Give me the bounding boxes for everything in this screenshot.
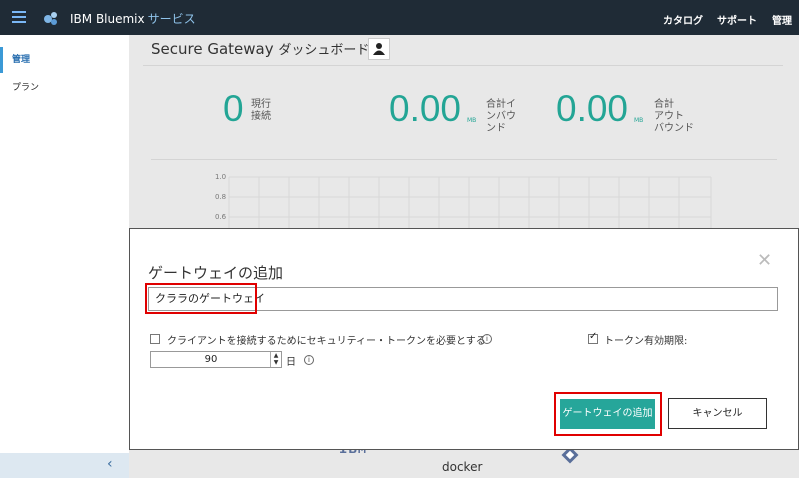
stepper-up-icon[interactable]: ▲ <box>271 352 281 359</box>
highlight-add-button <box>554 392 662 436</box>
sidebar-item-plan[interactable]: プラン <box>0 75 129 101</box>
expiry-stepper[interactable]: ▲ ▼ <box>270 352 281 367</box>
token-expiry-checkbox[interactable] <box>588 331 598 344</box>
metric-connections-value: 0 <box>223 88 244 129</box>
token-expiry-label: トークン有効期限: <box>604 336 688 347</box>
label-line: 接続 <box>251 111 271 122</box>
divider <box>143 65 783 66</box>
brand-service: サービス <box>147 12 196 26</box>
nav-support[interactable]: サポート <box>717 12 757 27</box>
info-icon[interactable]: i <box>482 334 492 344</box>
page-title-en: Secure Gateway <box>151 40 274 58</box>
metric-connections-label: 現行 接続 <box>251 99 271 123</box>
require-token-label: クライアントを接続するためにセキュリティー・トークンを必要とする <box>167 336 486 347</box>
metric-outbound-unit: MB <box>634 117 644 124</box>
require-token-checkbox[interactable] <box>150 334 160 344</box>
label-line: バウンド <box>654 123 694 134</box>
expiry-unit-label: 日 <box>286 357 296 368</box>
hamburger-menu-icon[interactable] <box>12 11 26 23</box>
metric-inbound-label: 合計イ ンバウ ンド <box>486 99 516 135</box>
top-bar: IBM Bluemix サービス カタログ サポート 管理 <box>0 0 799 35</box>
label-line: 現行 <box>251 99 271 110</box>
metric-outbound-label: 合計 アウト バウンド <box>654 99 694 135</box>
docker-logo: docker <box>442 460 483 474</box>
metric-inbound-unit: MB <box>467 117 477 124</box>
info-icon[interactable]: i <box>304 355 314 365</box>
page-title: Secure Gateway ダッシュボード <box>151 39 369 58</box>
brand-name: IBM Bluemix <box>70 12 145 26</box>
sidebar: 管理 プラン ‹ <box>0 35 129 478</box>
add-gateway-dialog: ゲートウェイの追加 ✕ クララのゲートウェイ クライアントを接続するためにセキュ… <box>129 228 799 450</box>
close-icon[interactable]: ✕ <box>757 250 772 271</box>
metric-outbound-value: 0.00 <box>556 88 629 129</box>
nav-manage[interactable]: 管理 <box>772 12 792 27</box>
chevron-left-icon[interactable]: ‹ <box>107 456 113 472</box>
label-line: アウト <box>654 111 684 122</box>
y-tick: 0.6 <box>215 213 227 221</box>
y-tick: 0.8 <box>215 193 227 201</box>
label-line: 合計イ <box>486 99 516 110</box>
brand-title[interactable]: IBM Bluemix サービス <box>70 10 196 27</box>
user-icon <box>373 43 385 55</box>
page-title-jp: ダッシュボード <box>278 43 370 58</box>
sidebar-collapse-bar[interactable]: ‹ <box>0 453 129 478</box>
label-line: ンバウ <box>486 111 516 122</box>
expiry-days-input[interactable]: 90 <box>150 351 282 368</box>
nav-catalog[interactable]: カタログ <box>663 12 703 27</box>
divider <box>151 159 777 160</box>
sidebar-item-manage[interactable]: 管理 <box>0 47 129 73</box>
bluemix-logo-icon <box>44 12 57 25</box>
metric-inbound-value: 0.00 <box>389 88 462 129</box>
user-button[interactable] <box>368 38 390 60</box>
label-line: 合計 <box>654 99 674 110</box>
cancel-button[interactable]: キャンセル <box>668 398 767 429</box>
label-line: ンド <box>486 123 506 134</box>
highlight-name-input <box>145 283 257 314</box>
stepper-down-icon[interactable]: ▼ <box>271 359 281 366</box>
traffic-chart-grid <box>228 176 712 233</box>
y-tick: 1.0 <box>215 173 227 181</box>
dialog-title: ゲートウェイの追加 <box>148 264 284 282</box>
